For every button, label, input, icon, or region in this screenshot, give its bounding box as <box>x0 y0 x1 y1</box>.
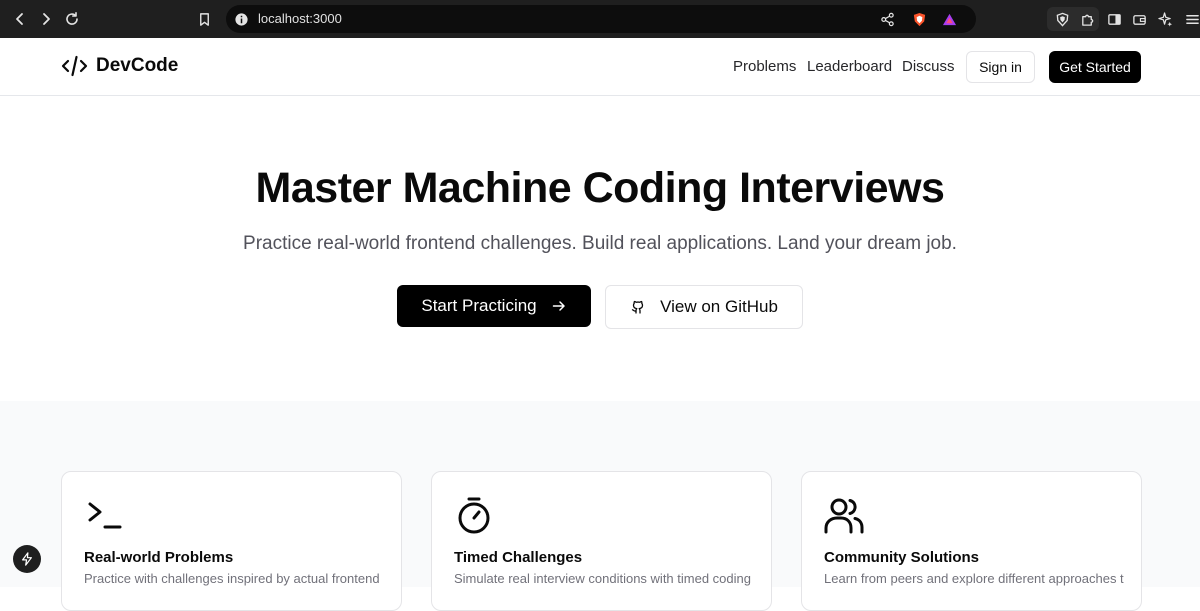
hero-section: Master Machine Coding Interviews Practic… <box>0 96 1200 401</box>
bookmark-button[interactable] <box>195 10 213 28</box>
menu-icon[interactable] <box>1183 10 1200 28</box>
site-header: DevCode Problems Leaderboard Discuss Sig… <box>0 38 1200 96</box>
feature-description: Learn from peers and explore different a… <box>824 571 1124 586</box>
forward-button[interactable] <box>33 6 59 32</box>
chevron-right-icon <box>43 13 50 25</box>
back-button[interactable] <box>7 6 33 32</box>
features-section: Real-world Problems Practice with challe… <box>0 401 1200 611</box>
chevron-left-icon <box>16 13 23 25</box>
feature-card-community-solutions: Community Solutions Learn from peers and… <box>801 471 1142 611</box>
code-icon <box>61 55 88 77</box>
nav-link-problems[interactable]: Problems <box>733 58 796 75</box>
view-on-github-button[interactable]: View on GitHub <box>605 285 803 329</box>
feature-card-real-world-problems: Real-world Problems Practice with challe… <box>61 471 402 611</box>
users-icon <box>824 496 864 536</box>
dev-tools-button[interactable] <box>13 545 41 573</box>
feature-card-timed-challenges: Timed Challenges Simulate real interview… <box>431 471 772 611</box>
sidebar-icon[interactable] <box>1105 10 1123 28</box>
get-started-button[interactable]: Get Started <box>1049 51 1141 83</box>
nav-link-discuss[interactable]: Discuss <box>902 58 955 75</box>
arrow-right-icon <box>551 298 567 314</box>
reload-button[interactable] <box>59 6 85 32</box>
feature-title: Real-world Problems <box>84 549 234 566</box>
logo-text: DevCode <box>96 55 179 76</box>
view-on-github-label: View on GitHub <box>660 297 778 316</box>
timer-icon <box>454 496 494 536</box>
github-icon <box>630 299 646 315</box>
start-practicing-label: Start Practicing <box>421 296 537 315</box>
brave-rewards-icon[interactable] <box>940 10 958 28</box>
feature-description: Simulate real interview conditions with … <box>454 571 751 586</box>
site-info-icon[interactable] <box>232 10 250 28</box>
terminal-icon <box>84 496 124 536</box>
url-text[interactable]: localhost:3000 <box>258 11 342 26</box>
start-practicing-button[interactable]: Start Practicing <box>397 285 591 327</box>
wallet-icon[interactable] <box>1130 10 1148 28</box>
browser-toolbar: localhost:3000 <box>0 0 1200 38</box>
nav-link-leaderboard[interactable]: Leaderboard <box>807 58 892 75</box>
logo[interactable]: DevCode <box>61 55 178 77</box>
hero-subtitle: Practice real-world frontend challenges.… <box>243 233 957 254</box>
reload-icon <box>66 12 78 25</box>
hero-title: Master Machine Coding Interviews <box>255 164 945 212</box>
feature-title: Timed Challenges <box>454 549 583 566</box>
feature-title: Community Solutions <box>824 549 979 566</box>
puzzle-icon[interactable] <box>1078 10 1096 28</box>
sign-in-button[interactable]: Sign in <box>966 51 1035 83</box>
brave-shield-icon[interactable] <box>910 10 928 28</box>
shield-extension-icon[interactable] <box>1053 10 1071 28</box>
share-icon[interactable] <box>878 10 896 28</box>
address-bar[interactable]: localhost:3000 <box>226 5 976 33</box>
feature-description: Practice with challenges inspired by act… <box>84 571 380 586</box>
lightning-icon <box>22 552 32 566</box>
bookmark-icon <box>199 12 209 26</box>
sparkle-icon[interactable] <box>1156 10 1174 28</box>
